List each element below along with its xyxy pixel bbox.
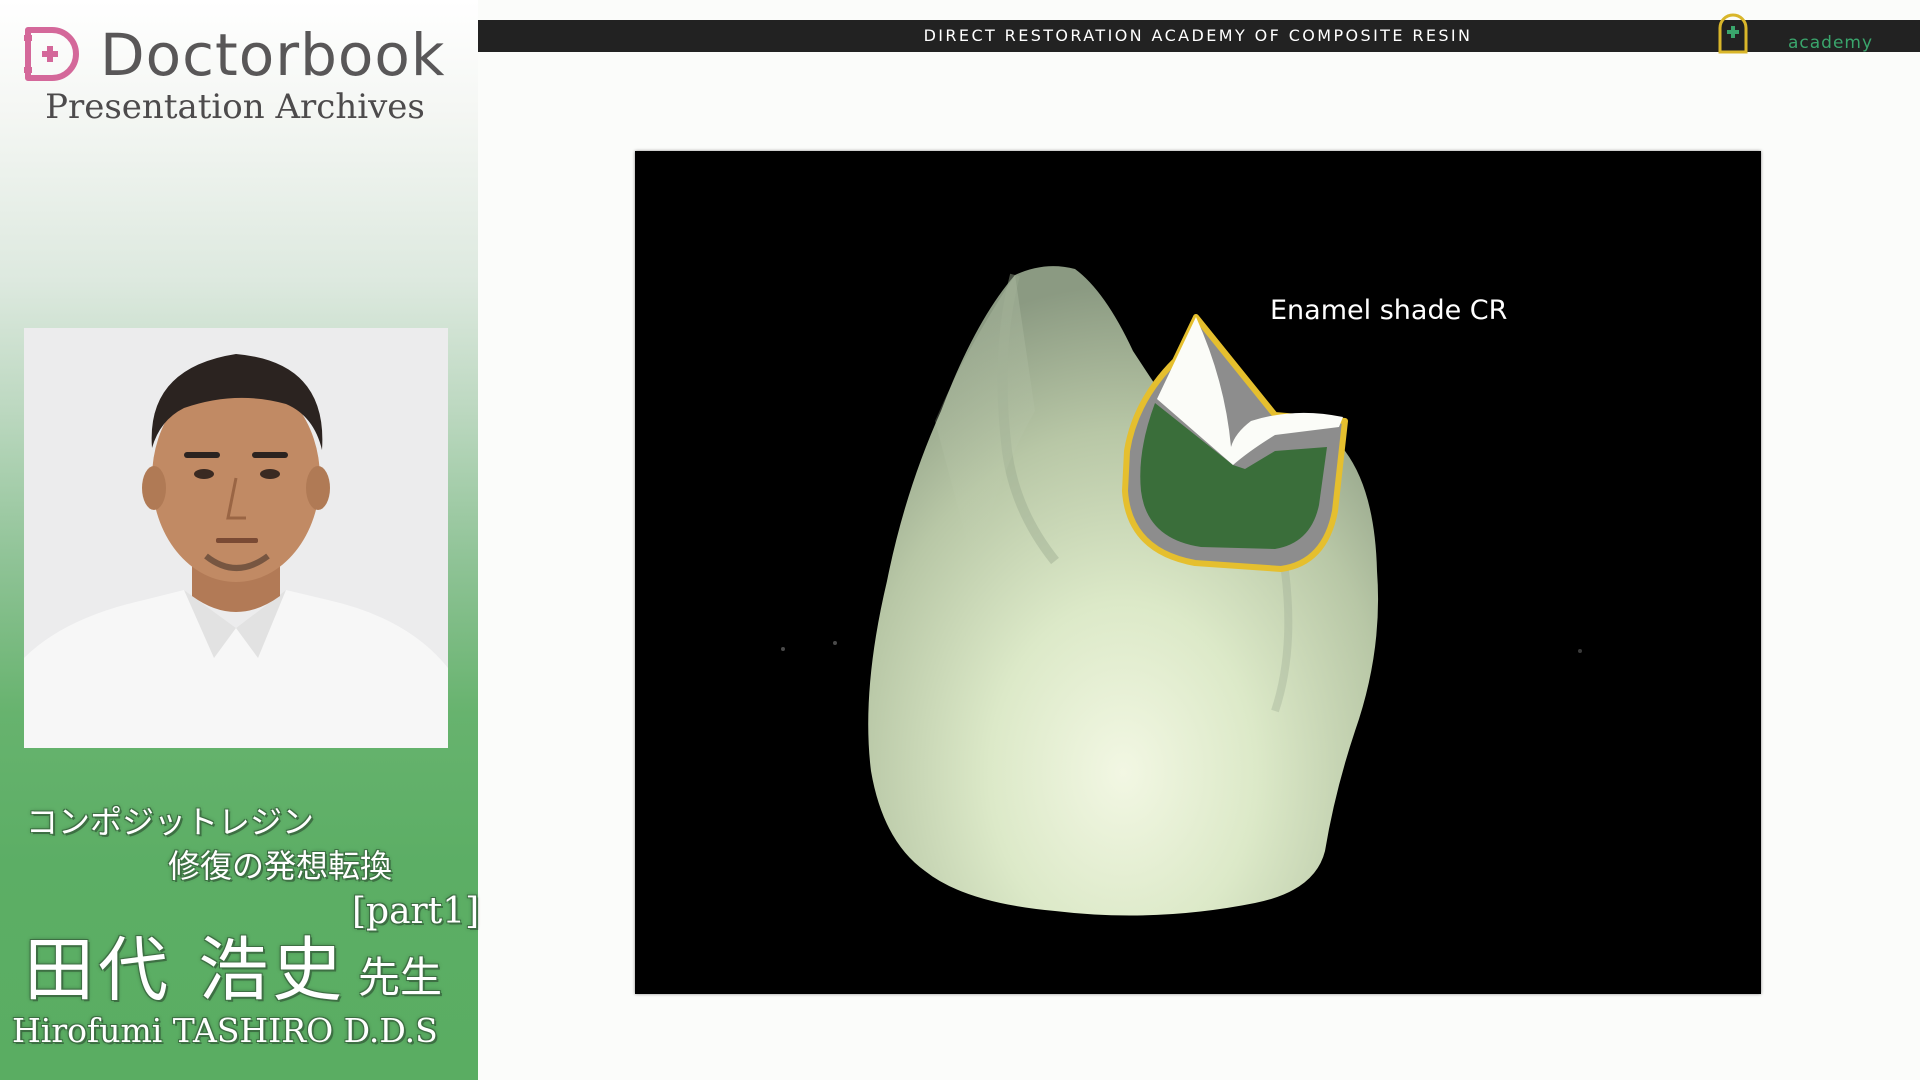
series-title-line2: 修復の発想転換 [168,847,393,885]
academy-label: academy [1788,33,1874,53]
academy-shield-icon [1718,13,1748,54]
speaker-honorific: 先生 [358,953,443,1002]
speaker-name-en: Hirofumi TASHIRO D.D.S [12,1011,438,1050]
brand-subtitle: Presentation Archives [45,87,425,127]
series-title-line1: コンポジットレジン [26,803,315,841]
sidebar-panel: Doctorbook Presentation Archives コンポジットレ… [0,0,480,1080]
speaker-portrait-image [24,328,448,748]
brand-name: Doctorbook [100,21,446,89]
part-label: [part1] [352,891,480,932]
speaker-photo [24,328,448,748]
header-title: DIRECT RESTORATION ACADEMY OF COMPOSITE … [923,26,1473,45]
presentation-slide: Enamel shade CR [635,151,1761,994]
speaker-name-jp: 田代 浩史 [24,929,347,1011]
tooth-illustration [781,266,1582,916]
tooth-body [868,266,1379,916]
doctorbook-logo-icon [24,27,79,81]
header-bar: DIRECT RESTORATION ACADEMY OF COMPOSITE … [478,20,1920,52]
enamel-shade-cr-label: Enamel shade CR [1270,295,1508,326]
